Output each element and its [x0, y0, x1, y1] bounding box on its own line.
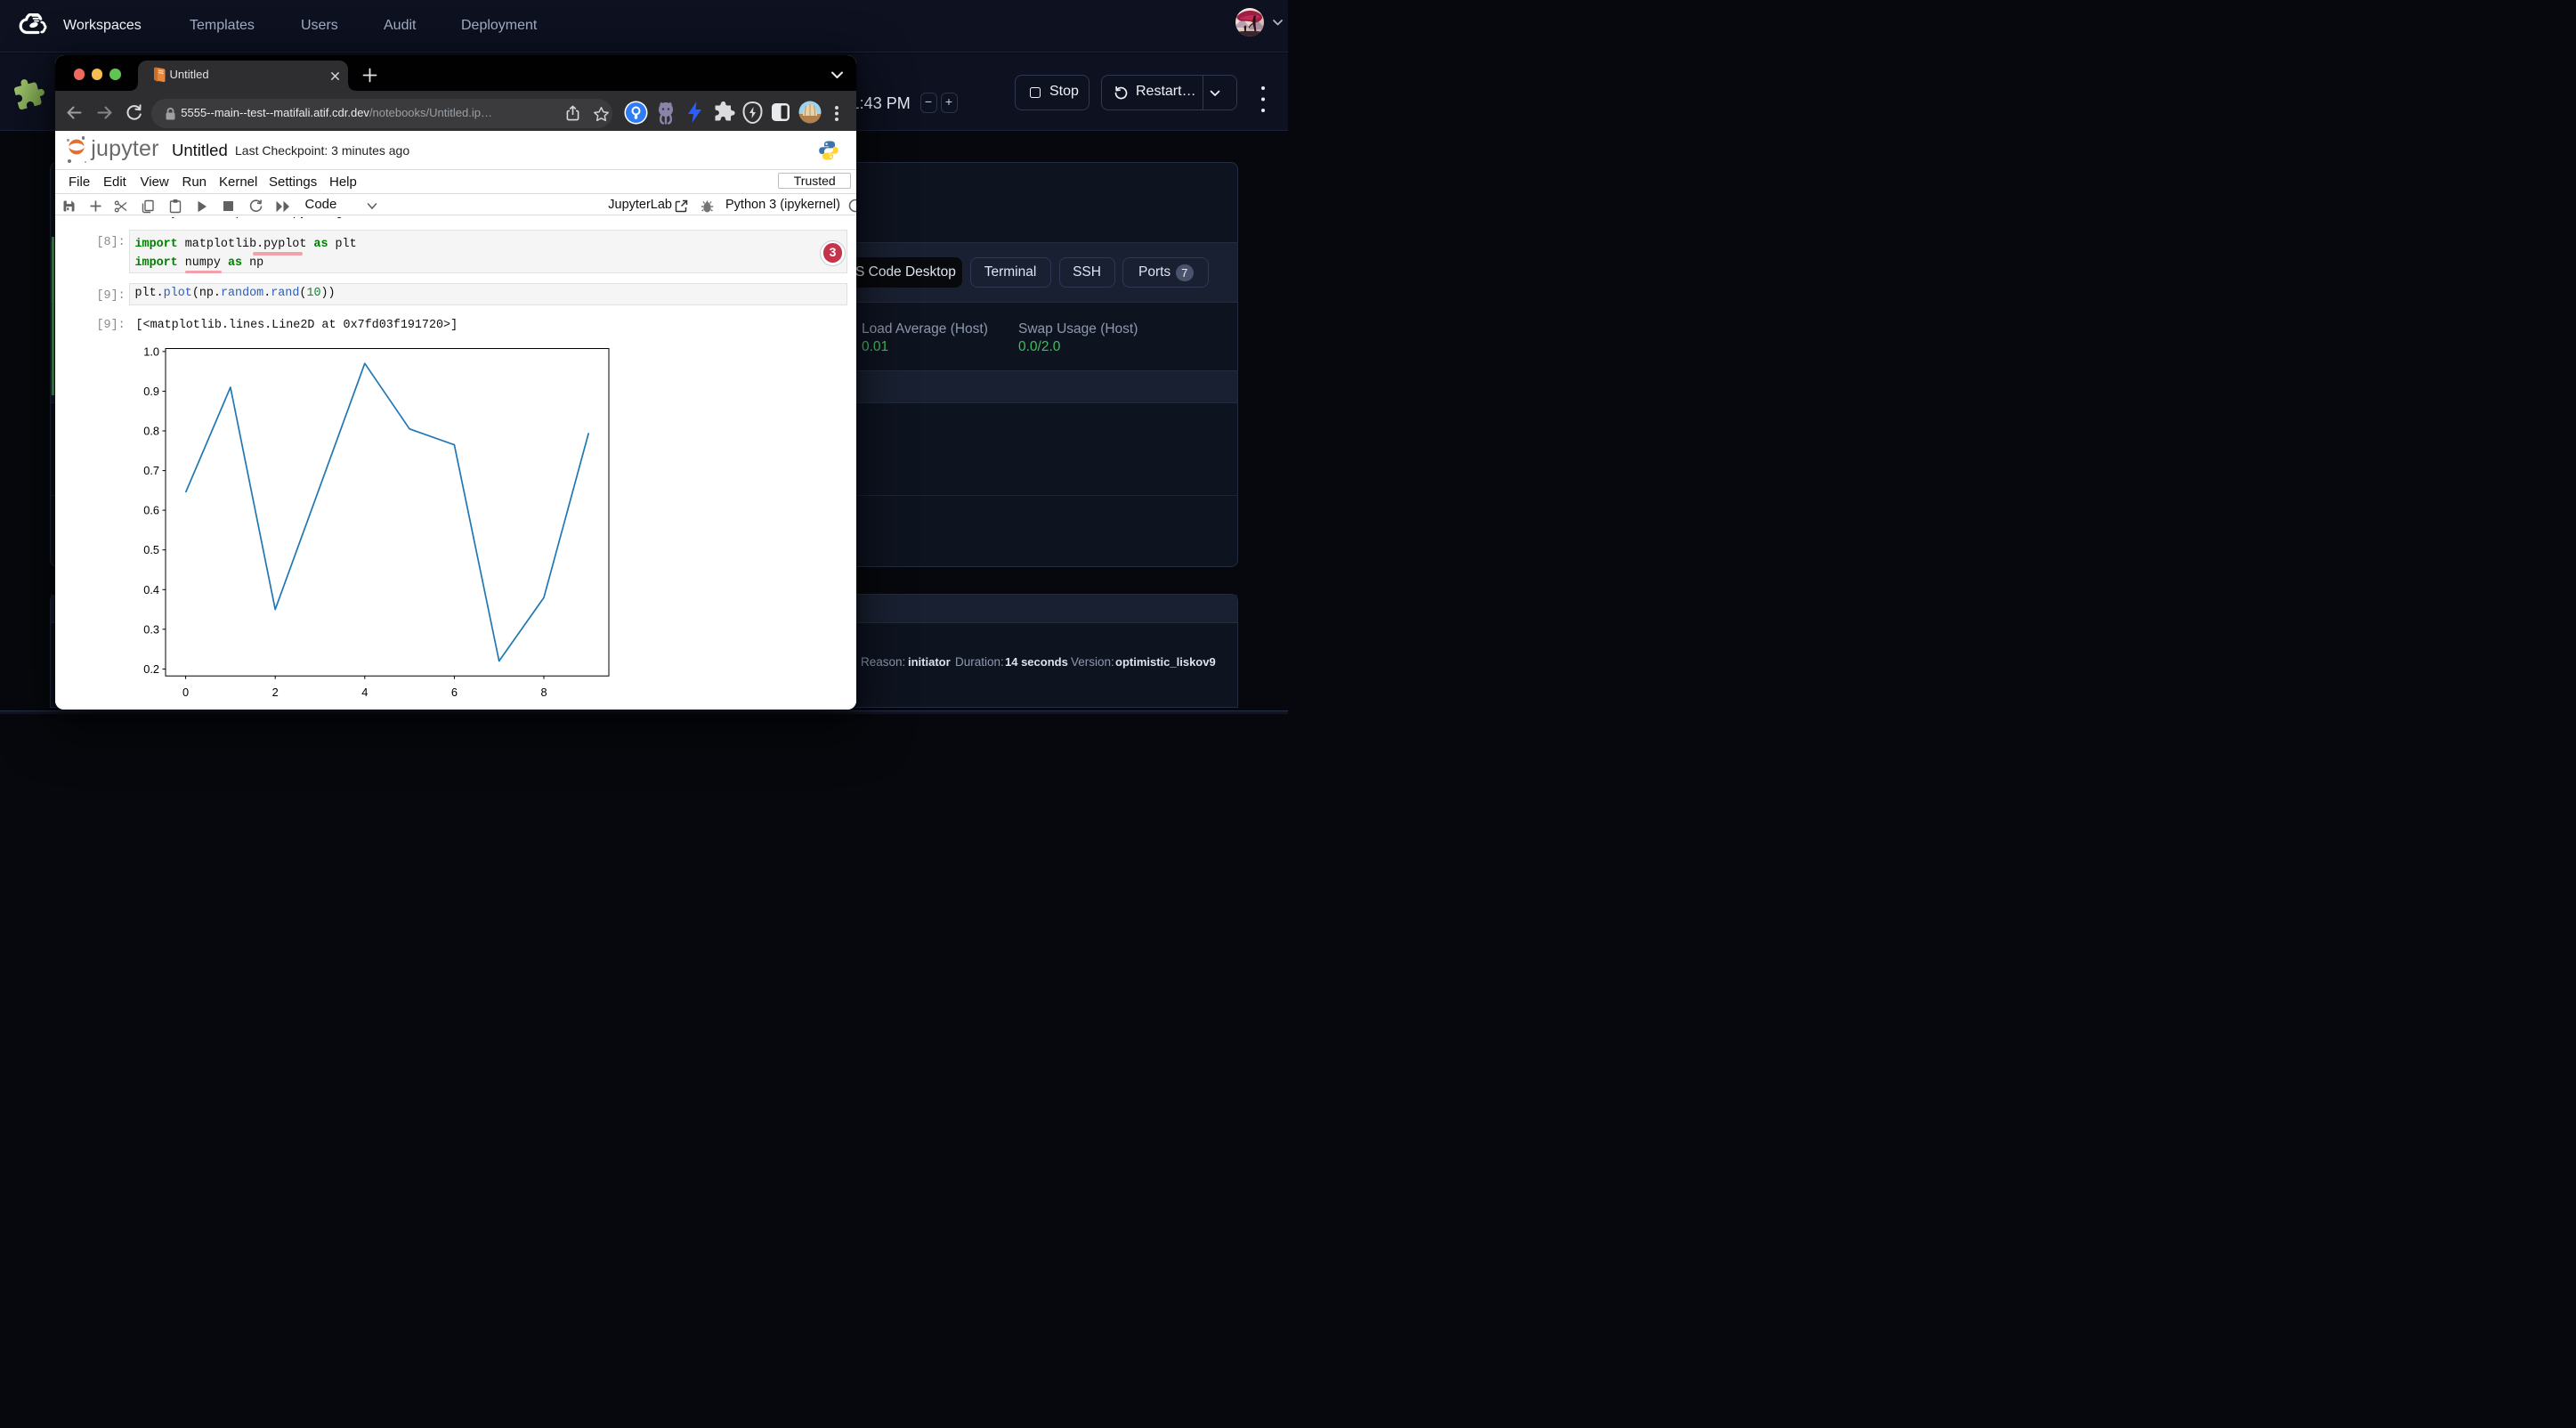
svg-text:2: 2: [272, 686, 279, 699]
svg-text:1.0: 1.0: [143, 345, 159, 358]
svg-text:0.5: 0.5: [143, 543, 159, 556]
svg-text:0.4: 0.4: [143, 583, 159, 596]
svg-text:0.2: 0.2: [143, 662, 159, 676]
svg-text:4: 4: [361, 686, 368, 699]
svg-text:0.6: 0.6: [143, 504, 159, 517]
svg-text:0.7: 0.7: [143, 464, 159, 477]
svg-text:0: 0: [182, 686, 189, 699]
svg-text:0.8: 0.8: [143, 425, 159, 438]
svg-text:8: 8: [540, 686, 547, 699]
svg-text:0.9: 0.9: [143, 385, 159, 398]
svg-text:6: 6: [451, 686, 458, 699]
svg-text:0.3: 0.3: [143, 622, 159, 636]
